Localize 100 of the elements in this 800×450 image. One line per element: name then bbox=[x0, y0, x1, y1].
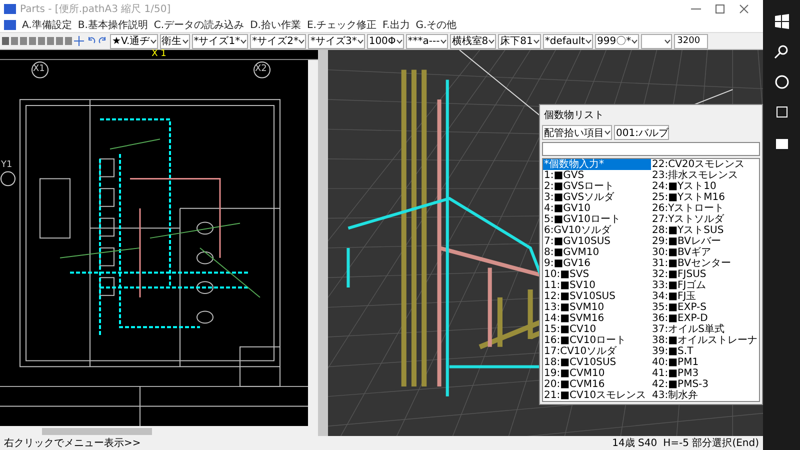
list-item[interactable]: 8:■GVM10 bbox=[543, 247, 651, 258]
dropdown[interactable]: *サイズ3* bbox=[308, 34, 365, 48]
list-item[interactable]: 15:■CV10 bbox=[543, 324, 651, 335]
grid-label: Y1 bbox=[1, 160, 12, 170]
list-item[interactable]: 18:■CV10SUS bbox=[543, 357, 651, 368]
menu-item[interactable]: D.拾い作業 bbox=[250, 18, 301, 32]
dropdown[interactable]: *default bbox=[542, 34, 594, 48]
redo-icon[interactable] bbox=[98, 36, 108, 46]
list-item[interactable]: 20:■CVM16 bbox=[543, 379, 651, 390]
grid-label: X2 bbox=[255, 64, 267, 74]
list-item[interactable]: 26:Yストロート bbox=[651, 203, 759, 214]
list-item[interactable]: 38:■オイルストレーナ bbox=[651, 335, 759, 346]
window-title: Parts - [便所.pathA3 縮尺 1/50] bbox=[20, 2, 171, 16]
list-item[interactable]: 24:■Yスト10 bbox=[651, 181, 759, 192]
menu-item[interactable]: B.基本操作説明 bbox=[78, 18, 148, 32]
list-item[interactable]: 1:■GVS bbox=[543, 170, 651, 181]
list-item[interactable]: 5:■GV10ロート bbox=[543, 214, 651, 225]
menu-item[interactable]: F.出力 bbox=[382, 18, 410, 32]
grid-label: X1 bbox=[33, 64, 45, 74]
list-item[interactable]: 6:GV10ソルダ bbox=[543, 225, 651, 236]
dropdown[interactable]: 999〇* bbox=[595, 34, 640, 48]
dropdown[interactable]: *サイズ2* bbox=[250, 34, 306, 48]
close-icon[interactable] bbox=[739, 4, 749, 14]
crosshair-icon[interactable] bbox=[74, 36, 84, 46]
list-item[interactable]: 29:■BVレバー bbox=[651, 236, 759, 247]
list-item[interactable]: 2:■GVSロート bbox=[543, 181, 651, 192]
list-item[interactable]: 31:■BVセンター bbox=[651, 258, 759, 269]
list-item[interactable]: 13:■SVM10 bbox=[543, 302, 651, 313]
list-item[interactable]: 12:■SV10SUS bbox=[543, 291, 651, 302]
caret-icon bbox=[396, 38, 403, 44]
list-item[interactable]: 42:■PMS-3 bbox=[651, 379, 759, 390]
dropdown[interactable]: *サイズ1* bbox=[192, 34, 248, 48]
list-item[interactable]: 11:■SV10 bbox=[543, 280, 651, 291]
dropdown[interactable]: 衛生 bbox=[160, 34, 190, 48]
app-icon bbox=[4, 4, 16, 14]
list-item[interactable]: 3:■GVSソルダ bbox=[543, 192, 651, 203]
list-item[interactable]: 32:■FJSUS bbox=[651, 269, 759, 280]
list-item[interactable]: 7:■GV10SUS bbox=[543, 236, 651, 247]
list-item[interactable]: 36:■EXP-D bbox=[651, 313, 759, 324]
caret-icon bbox=[664, 38, 672, 44]
list-item[interactable]: 33:■FJゴム bbox=[651, 280, 759, 291]
value-field[interactable]: 3200 bbox=[674, 34, 708, 48]
list-item[interactable]: 27:Yストソルダ bbox=[651, 214, 759, 225]
list-item[interactable]: 25:■YストM16 bbox=[651, 192, 759, 203]
list-item[interactable]: 4:■GV10 bbox=[543, 203, 651, 214]
search-field[interactable] bbox=[542, 142, 760, 156]
caret-icon bbox=[356, 38, 364, 44]
task-view-icon[interactable] bbox=[774, 104, 790, 120]
ruler-label: X 1 bbox=[152, 50, 166, 59]
menu-item[interactable]: A.準備設定 bbox=[22, 18, 72, 32]
list-item[interactable]: 39:■S.T bbox=[651, 346, 759, 357]
list-item[interactable]: 23:排水スモレンス bbox=[651, 170, 759, 181]
list-item[interactable]: 30:■BVギア bbox=[651, 247, 759, 258]
list-item[interactable]: 37:オイルS単式 bbox=[651, 324, 759, 335]
caret-icon bbox=[240, 38, 248, 44]
windows-icon[interactable] bbox=[774, 14, 790, 30]
menu-item[interactable]: C.データの読み込み bbox=[154, 18, 244, 32]
list-item[interactable]: 34:■FJ玉 bbox=[651, 291, 759, 302]
dropdown[interactable]: 001:バルブ bbox=[614, 125, 670, 140]
dropdown[interactable]: 床下81 bbox=[498, 34, 541, 48]
dropdown[interactable]: ★V.通ヂ bbox=[110, 34, 158, 48]
caret-icon bbox=[604, 130, 611, 135]
status-mode: H=-5 部分選択(End) bbox=[663, 436, 759, 450]
list-item[interactable]: 40:■PM1 bbox=[651, 357, 759, 368]
dropdown[interactable] bbox=[641, 34, 672, 48]
maximize-icon[interactable] bbox=[715, 4, 725, 14]
caret-icon bbox=[150, 38, 157, 44]
list-item[interactable]: 16:■CV10ロート bbox=[543, 335, 651, 346]
dropdown[interactable]: 配管拾い項目 bbox=[542, 125, 612, 140]
caret-icon bbox=[488, 38, 496, 44]
scrollbar[interactable] bbox=[0, 426, 318, 436]
undo-icon[interactable] bbox=[86, 36, 96, 46]
panel-title: 個数物リスト bbox=[543, 109, 605, 123]
list-item[interactable]: 17:CV10ソルダ bbox=[543, 346, 651, 357]
caret-icon bbox=[298, 38, 306, 44]
menu-item[interactable]: G.その他 bbox=[416, 18, 457, 32]
list-item[interactable]: 9:■GV16 bbox=[543, 258, 651, 269]
caret-icon bbox=[631, 38, 638, 44]
list-item[interactable]: 19:■CVM10 bbox=[543, 368, 651, 379]
list-item[interactable]: 28:■YストSUS bbox=[651, 225, 759, 236]
dropdown[interactable]: ***a--- bbox=[406, 34, 448, 48]
caret-icon bbox=[440, 38, 447, 44]
list-item[interactable]: 10:■SVS bbox=[543, 269, 651, 280]
status-scale: 14歳 S40 bbox=[612, 436, 658, 450]
list-item[interactable]: 22:CV20スモレンス bbox=[651, 159, 759, 170]
list-item[interactable]: 21:■CV10スモレンス bbox=[543, 390, 651, 401]
dropdown[interactable]: 横桟室8 bbox=[450, 34, 496, 48]
search-icon[interactable] bbox=[774, 44, 790, 60]
dropdown[interactable]: 100Φ bbox=[366, 34, 404, 48]
scrollbar[interactable] bbox=[308, 60, 318, 426]
caret-icon bbox=[532, 38, 540, 44]
app-icon bbox=[4, 20, 16, 30]
list-item[interactable]: 43:制水弁 bbox=[651, 390, 759, 401]
list-item[interactable]: 14:■SVM16 bbox=[543, 313, 651, 324]
list-item[interactable]: 35:■EXP-S bbox=[651, 302, 759, 313]
caret-icon bbox=[585, 38, 592, 44]
menu-item[interactable]: E.チェック修正 bbox=[306, 18, 376, 32]
circle-icon[interactable] bbox=[774, 74, 790, 90]
list-item[interactable]: *個数物入力* bbox=[543, 159, 651, 170]
list-item[interactable]: 41:■PM3 bbox=[651, 368, 759, 379]
